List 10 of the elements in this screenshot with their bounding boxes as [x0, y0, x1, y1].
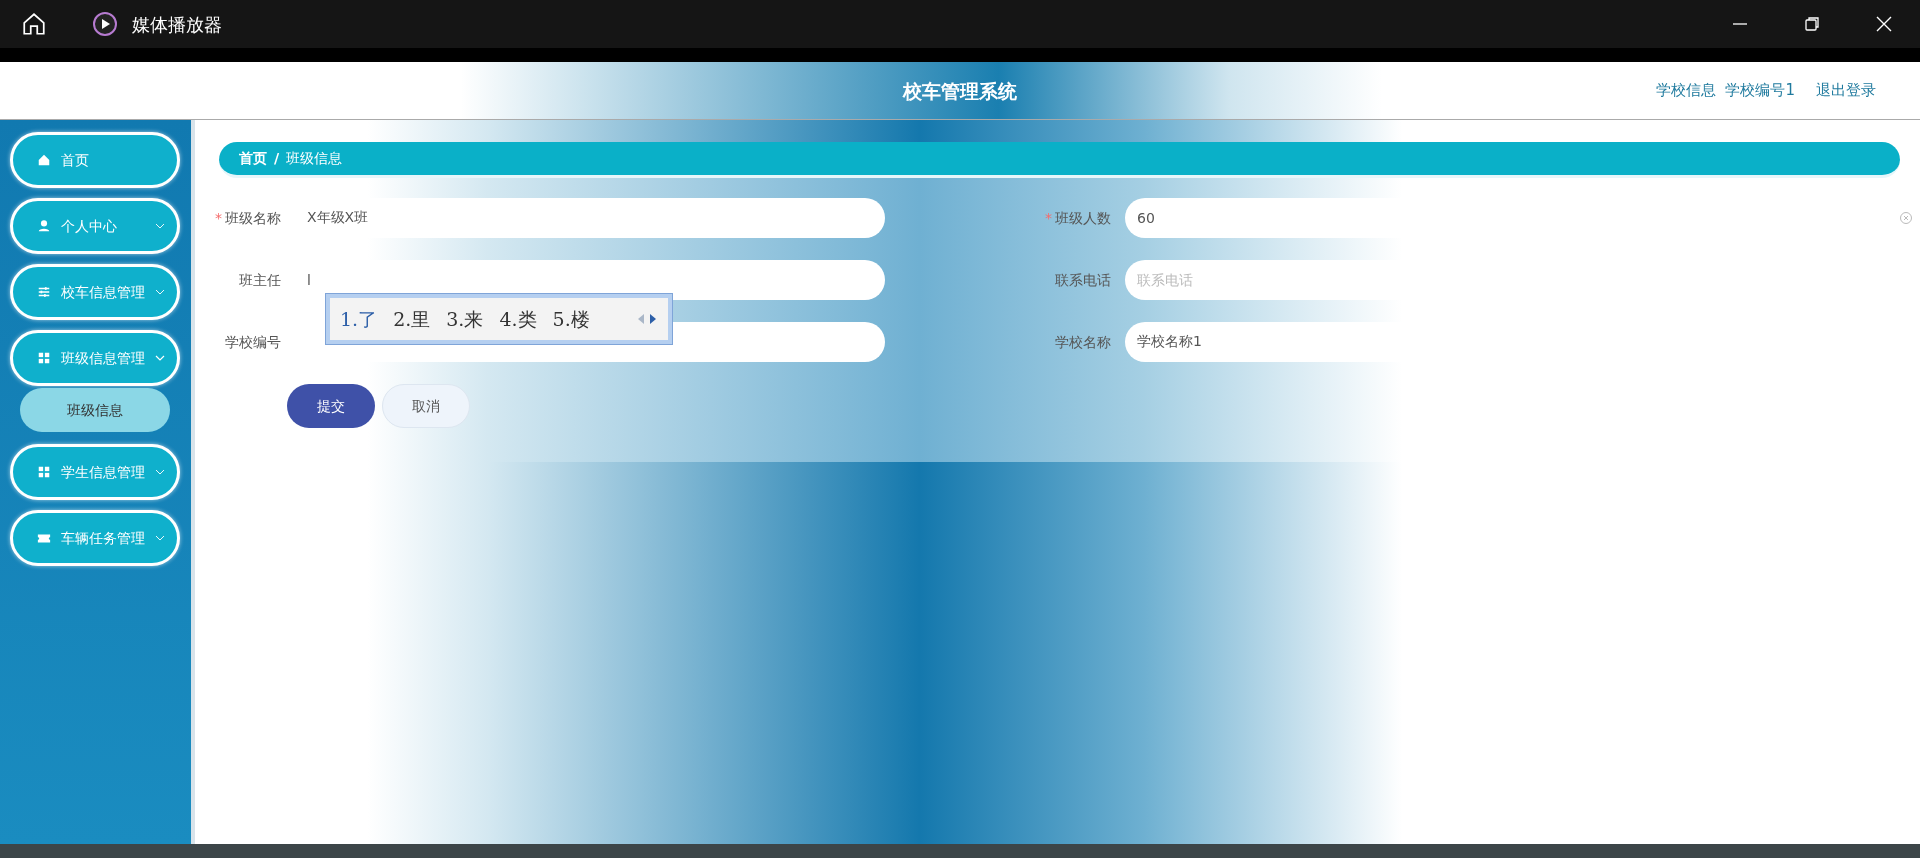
field-label: 班主任 [238, 270, 282, 290]
field-label: * 班级人数 [1044, 208, 1112, 228]
field-label: 联系电话 [1054, 270, 1112, 290]
breadcrumb-separator: / [274, 149, 280, 168]
field-label: 学校编号 [224, 332, 282, 352]
window-title: 媒体播放器 [132, 12, 222, 37]
field-label: * 班级名称 [214, 208, 282, 228]
field-label: 学校名称 [1054, 332, 1112, 352]
breadcrumb-current: 班级信息 [286, 149, 343, 168]
app-title: 校车管理系统 [903, 79, 1017, 104]
